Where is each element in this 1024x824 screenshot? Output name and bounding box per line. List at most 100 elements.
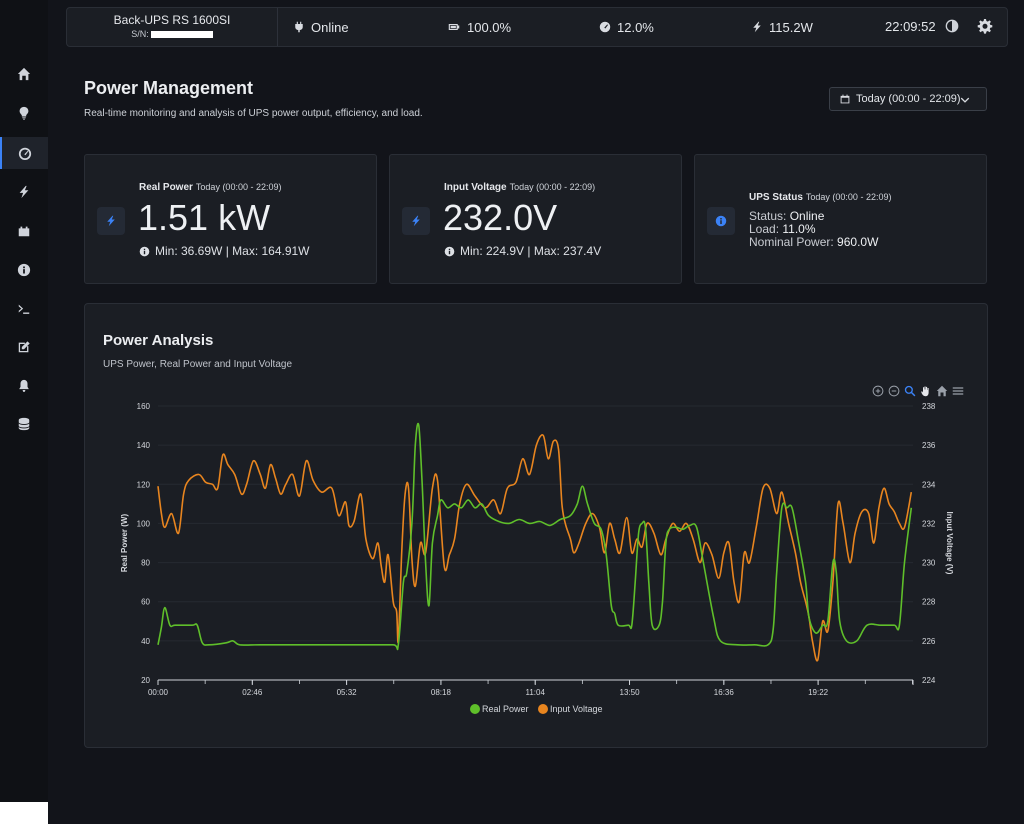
sidebar-item-info[interactable] (0, 254, 48, 286)
ups-status: Online (293, 8, 349, 46)
load-label: Load: (749, 222, 780, 236)
card-range: Today (00:00 - 22:09) (195, 182, 282, 192)
card-icon-box (707, 207, 735, 235)
edit-icon (18, 341, 30, 353)
y2-tick-label: 234 (922, 480, 936, 489)
sidebar-item-gauge[interactable] (0, 137, 48, 169)
x-tick-label: 19:22 (808, 688, 829, 697)
sidebar (0, 0, 48, 824)
serial-redaction (150, 31, 213, 39)
minmax-text: Min: 36.69W | Max: 164.91W (155, 244, 310, 258)
card-range: Today (00:00 - 22:09) (509, 182, 596, 192)
status-line: Status: Online (749, 209, 824, 223)
y-tick-label: 100 (137, 519, 151, 528)
status-text: Online (311, 19, 349, 35)
x-tick-label: 11:04 (525, 688, 545, 697)
y-tick-label: 20 (141, 676, 150, 685)
y2-tick-label: 226 (922, 637, 936, 646)
sidebar-item-bell[interactable] (0, 370, 48, 402)
legend-marker-real-power (470, 704, 480, 714)
card-title-text: Input Voltage (444, 182, 507, 193)
sidebar-footer-block (0, 802, 48, 824)
x-tick-label: 08:18 (431, 688, 452, 697)
card-range: Today (00:00 - 22:09) (805, 192, 892, 202)
load-stat: 12.0% (599, 8, 654, 46)
lightning-icon (107, 215, 115, 227)
power-value: 115.2W (769, 19, 813, 35)
page-subtitle: Real-time monitoring and analysis of UPS… (84, 108, 423, 119)
battery-stat: 100.0% (447, 8, 511, 46)
card-title: Real Power Today (00:00 - 22:09) (139, 182, 281, 193)
card-minmax: Min: 36.69W | Max: 164.91W (139, 244, 310, 258)
load-value: 11.0% (782, 222, 816, 236)
nominal-value: 960.0W (837, 235, 879, 249)
card-minmax: Min: 224.9V | Max: 237.4V (444, 244, 601, 258)
status-topbar: Back-UPS RS 1600SI S/N: Online 100.0% 12… (66, 7, 1008, 47)
x-tick-label: 00:00 (148, 688, 169, 697)
status-label: Status: (749, 209, 787, 223)
ups-status-card: UPS Status Today (00:00 - 22:09) Status: … (694, 154, 987, 284)
x-tick-label: 02:46 (242, 688, 263, 697)
chevron-down-icon (960, 97, 970, 103)
battery-icon (448, 24, 460, 30)
card-title-text: Real Power (139, 182, 193, 193)
y2-tick-label: 236 (922, 441, 936, 450)
power-analysis-chart: 20 40 60 80 100 120 140 160 224 226 228 230 232 234 23… (120, 402, 954, 714)
database-icon (18, 417, 30, 431)
sidebar-item-battery[interactable] (0, 215, 48, 247)
x-tick-label: 16:36 (714, 688, 735, 697)
y2-tick-label: 230 (922, 559, 936, 568)
info-circle-icon (444, 246, 455, 256)
y-axis-label: Real Power (W) (120, 514, 129, 573)
sidebar-item-lightbulb[interactable] (0, 97, 48, 129)
sidebar-item-database[interactable] (0, 408, 48, 440)
card-title: UPS Status Today (00:00 - 22:09) (749, 192, 891, 203)
y-tick-label: 120 (137, 480, 151, 489)
y2-axis-label: Input Voltage (V) (945, 512, 954, 575)
load-line: Load: 11.0% (749, 222, 816, 236)
y-tick-label: 80 (141, 559, 150, 568)
bell-icon (19, 379, 29, 392)
serial-label: S/N: (131, 29, 149, 39)
y2-tick-label: 228 (922, 598, 936, 607)
y2-tick-label: 238 (922, 402, 936, 411)
input-voltage-card: Input Voltage Today (00:00 - 22:09) 232.0… (389, 154, 682, 284)
card-icon-box (97, 207, 125, 235)
plug-icon (295, 21, 303, 33)
series-line-real-power (157, 422, 913, 651)
date-range-dropdown[interactable]: Today (00:00 - 22:09) (829, 87, 987, 111)
date-range-label: Today (00:00 - 22:09) (856, 93, 961, 105)
legend-label-real-power: Real Power (482, 704, 529, 714)
battery-value: 100.0% (467, 19, 512, 35)
lightbulb-icon (19, 106, 29, 120)
power-stat: 115.2W (751, 8, 813, 46)
nominal-label: Nominal Power: (749, 235, 834, 249)
gauge-icon (18, 147, 32, 160)
home-icon (17, 67, 31, 81)
terminal-icon (18, 304, 30, 314)
card-icon-box (402, 207, 430, 235)
device-name: Back-UPS RS 1600SI (113, 13, 231, 27)
y-tick-label: 60 (141, 598, 150, 607)
sidebar-item-edit[interactable] (0, 331, 48, 363)
power-analysis-card: Power Analysis UPS Power, Real Power and… (84, 303, 988, 748)
card-title: Input Voltage Today (00:00 - 22:09) (444, 182, 595, 193)
lightning-icon (19, 185, 29, 199)
info-circle-icon (17, 263, 31, 277)
page-title: Power Management (84, 78, 254, 98)
sidebar-item-terminal[interactable] (0, 293, 48, 325)
legend-label-input-voltage: Input Voltage (550, 704, 603, 714)
minmax-text: Min: 224.9V | Max: 237.4V (460, 244, 602, 258)
y2-tick-label: 232 (922, 519, 936, 528)
real-power-card: Real Power Today (00:00 - 22:09) 1.51 kW … (84, 154, 377, 284)
y2-tick-label: 224 (922, 676, 936, 685)
y-tick-label: 40 (141, 637, 150, 646)
info-circle-icon (139, 246, 150, 256)
lightning-icon (753, 21, 761, 33)
sidebar-item-home[interactable] (0, 58, 48, 90)
series-line-input-voltage (157, 434, 913, 662)
theme-toggle-icon[interactable] (945, 19, 959, 33)
y-tick-label: 140 (137, 441, 151, 450)
settings-gear-icon[interactable] (977, 18, 993, 34)
sidebar-item-lightning[interactable] (0, 176, 48, 208)
